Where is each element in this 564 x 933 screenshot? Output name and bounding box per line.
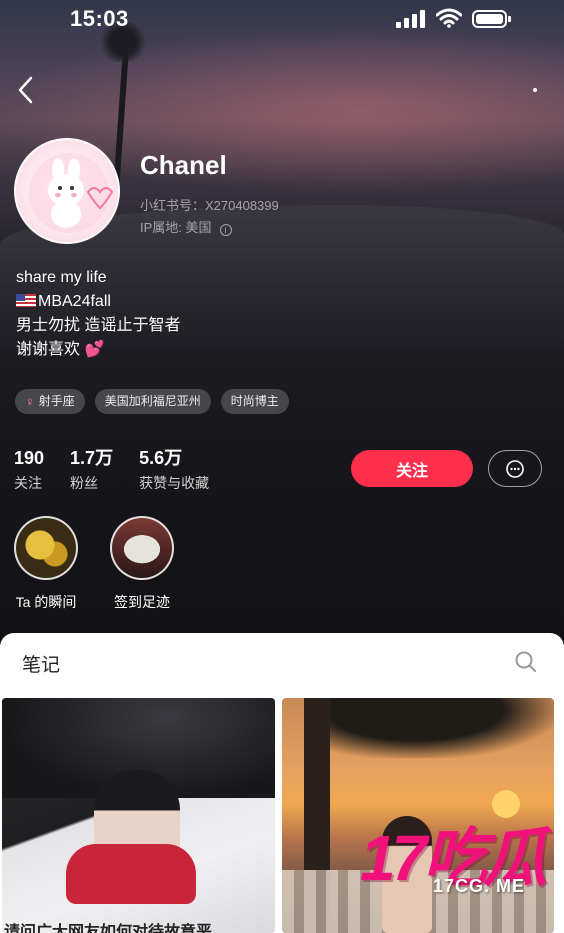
venus-icon: ♀ — [25, 394, 35, 409]
tag-label: 美国加利福尼亚州 — [104, 394, 201, 408]
note-card[interactable] — [2, 698, 275, 933]
follow-button[interactable]: 关注 — [351, 450, 473, 487]
signal-icon — [396, 10, 425, 28]
watermark-url: 17CG. ME — [433, 876, 526, 896]
note-card-caption[interactable]: 请问广大网友如何对待故意恶 — [4, 918, 275, 933]
stat-number: 1.7万 — [70, 448, 114, 468]
tag-label: 射手座 — [38, 394, 75, 408]
bio-line: share my life — [16, 269, 107, 286]
redbook-id: 小红书号：X270408399 — [140, 198, 279, 213]
info-icon[interactable]: i — [219, 224, 232, 236]
profile-screen: 15:03 Chanel 小红书号：X270408399 IP属地: 美国 i … — [0, 0, 564, 933]
bio: share my life MBA24fall 男士勿扰 造谣止于智者 谢谢喜欢… — [16, 266, 180, 362]
profile-tags: ♀ 射手座 美国加利福尼亚州 时尚博主 — [15, 389, 289, 414]
stat-label: 粉丝 — [70, 475, 99, 491]
stat-likes-collects[interactable]: 5.6万 获赞与收藏 — [139, 447, 209, 493]
wifi-icon — [436, 8, 462, 28]
note-photo-dress — [66, 844, 196, 904]
message-icon — [506, 459, 524, 478]
message-button[interactable] — [488, 450, 542, 487]
highlight-thumbnail — [110, 516, 174, 580]
tab-notes[interactable]: 笔记 — [22, 650, 60, 677]
stat-label: 关注 — [14, 475, 42, 491]
bio-line: MBA24fall — [38, 293, 111, 310]
bio-line: 男士勿扰 造谣止于智者 — [16, 317, 181, 334]
stat-label: 获赞与收藏 — [139, 475, 210, 491]
highlight-label: Ta 的瞬间 — [15, 594, 77, 610]
status-time: 15:03 — [70, 6, 129, 31]
highlight-checkins[interactable]: 签到足迹 — [102, 516, 182, 612]
battery-icon — [472, 10, 511, 28]
search-icon[interactable] — [514, 650, 538, 674]
sunset-sun — [492, 790, 520, 818]
tag-zodiac: ♀ 射手座 — [15, 389, 85, 414]
ip-location-text: IP属地: 美国 — [140, 220, 212, 235]
stat-following[interactable]: 190 关注 — [14, 447, 44, 493]
tag-occupation: 时尚博主 — [220, 389, 289, 414]
bunny-avatar-art — [29, 153, 114, 233]
tag-location: 美国加利福尼亚州 — [94, 389, 211, 414]
profile-stats: 190 关注 1.7万 粉丝 5.6万 获赞与收藏 — [14, 447, 235, 493]
bio-line: 谢谢喜欢 💕 — [16, 341, 105, 358]
ip-location: IP属地: 美国 i — [140, 217, 232, 236]
highlight-label: 签到足迹 — [114, 594, 170, 610]
stat-number: 5.6万 — [139, 448, 183, 468]
us-flag-icon — [16, 294, 36, 307]
highlight-thumbnail — [14, 516, 78, 580]
stat-followers[interactable]: 1.7万 粉丝 — [70, 447, 113, 493]
stat-number: 190 — [14, 448, 45, 468]
highlight-moments[interactable]: Ta 的瞬间 — [6, 516, 86, 612]
star-dot — [533, 88, 537, 92]
bio-line-flag: MBA24fall — [16, 290, 180, 314]
back-icon[interactable] — [14, 76, 38, 104]
avatar[interactable] — [14, 138, 120, 244]
tree-foliage — [322, 698, 554, 758]
tag-label: 时尚博主 — [230, 394, 279, 408]
note-card[interactable] — [282, 698, 554, 933]
profile-name: Chanel — [140, 150, 227, 180]
